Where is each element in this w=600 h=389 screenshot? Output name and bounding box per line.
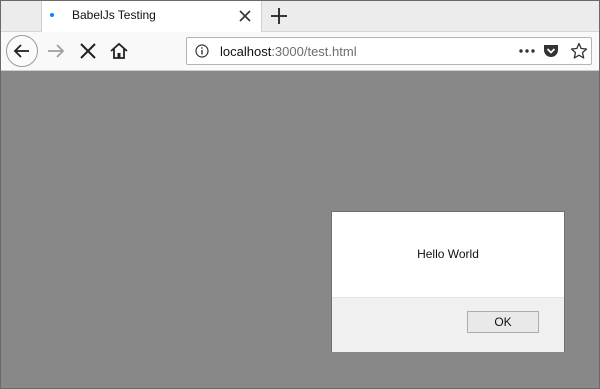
- url-bar[interactable]: localhost:3000/test.html: [186, 37, 592, 65]
- stop-icon[interactable]: [77, 40, 99, 62]
- url-path: :3000/test.html: [271, 44, 357, 59]
- loading-dot-icon: [50, 13, 54, 17]
- url-text[interactable]: localhost:3000/test.html: [220, 44, 357, 59]
- navigation-toolbar: localhost:3000/test.html: [1, 32, 599, 71]
- new-tab-icon[interactable]: [268, 5, 290, 27]
- browser-window: BabelJs Testing localhost:3000/test.html…: [0, 0, 600, 389]
- tab-babeljs-testing[interactable]: BabelJs Testing: [41, 1, 262, 32]
- alert-footer: OK: [332, 297, 564, 352]
- pocket-icon[interactable]: [542, 42, 560, 60]
- info-icon[interactable]: [195, 44, 209, 58]
- url-host: localhost: [220, 44, 272, 59]
- tab-title: BabelJs Testing: [72, 8, 156, 22]
- tab-strip: BabelJs Testing: [1, 1, 599, 32]
- close-icon[interactable]: [236, 7, 254, 25]
- home-icon[interactable]: [108, 40, 130, 62]
- star-icon[interactable]: [570, 42, 588, 60]
- ok-button[interactable]: OK: [467, 311, 539, 333]
- forward-arrow-icon[interactable]: [45, 40, 67, 62]
- alert-dialog: Hello World OK: [331, 211, 565, 352]
- back-arrow-icon: [13, 44, 29, 58]
- alert-message: Hello World: [417, 247, 479, 261]
- more-dots-icon[interactable]: [517, 42, 537, 60]
- back-button[interactable]: [6, 35, 38, 67]
